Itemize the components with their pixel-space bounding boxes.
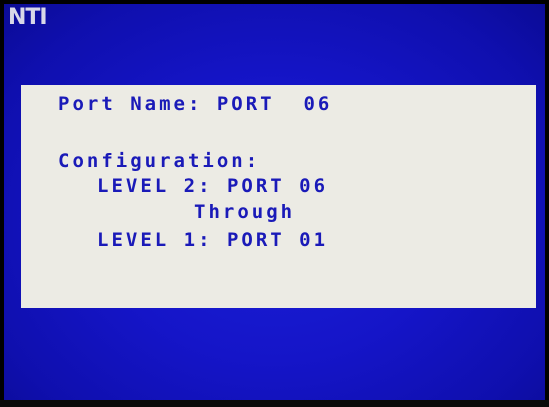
port-name-line: Port Name: PORT 06: [58, 93, 333, 115]
nti-logo: NTI: [8, 5, 48, 30]
osd-screen: NTI Port Name: PORT 06 Configuration: LE…: [4, 4, 545, 400]
monitor: NTI Port Name: PORT 06 Configuration: LE…: [0, 0, 549, 407]
level-2-line: LEVEL 2: PORT 06: [97, 175, 329, 197]
level-1-line: LEVEL 1: PORT 01: [97, 229, 329, 251]
through-line: Through: [194, 201, 296, 223]
osd-info-panel: Port Name: PORT 06 Configuration: LEVEL …: [21, 85, 536, 308]
monitor-bezel: [0, 400, 549, 407]
configuration-heading: Configuration:: [58, 150, 261, 172]
